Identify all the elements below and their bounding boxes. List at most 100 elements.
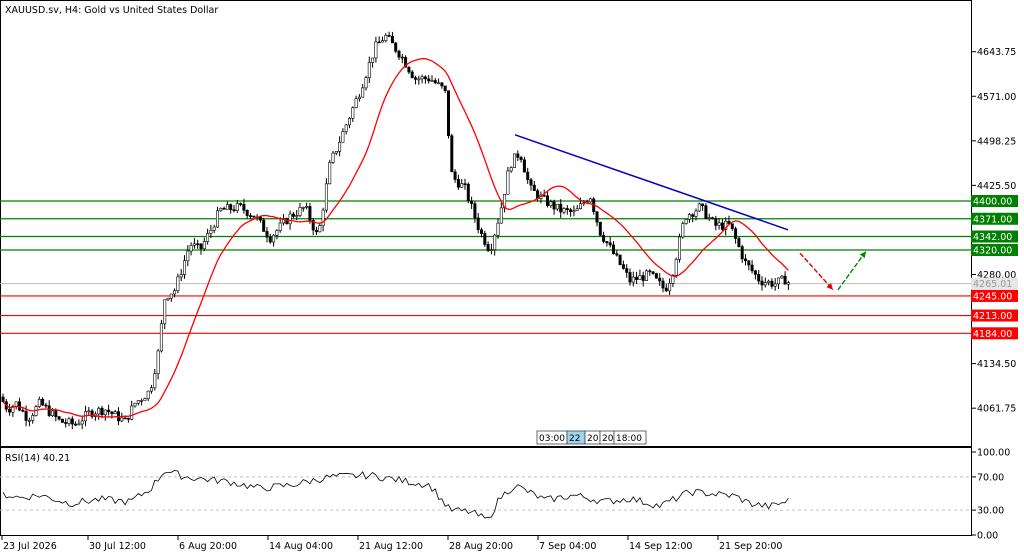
candle-body: [321, 209, 325, 226]
candle-body: [57, 416, 61, 420]
time-scroll-tabs[interactable]: 03:00 22 20 20 18:00: [536, 430, 647, 445]
candle-body: [371, 57, 375, 63]
candle-body: [605, 241, 609, 244]
candle-body: [1, 396, 5, 402]
candle-body: [562, 208, 566, 213]
candle-body: [245, 210, 249, 216]
candle-body: [565, 208, 569, 210]
candle-body: [786, 282, 790, 285]
candle-body: [21, 409, 25, 412]
candle-body: [443, 85, 447, 91]
candle-body: [572, 210, 576, 213]
candle-body: [87, 410, 91, 413]
candle-body: [674, 259, 678, 276]
candle-body: [301, 207, 305, 209]
candle-body: [740, 246, 744, 260]
candle-body: [473, 203, 477, 219]
candle-body: [694, 210, 698, 217]
candle-body: [24, 410, 28, 421]
candle-body: [298, 207, 302, 216]
candle-body: [206, 233, 210, 242]
candle-body: [704, 205, 708, 219]
candle-body: [773, 283, 777, 287]
support-level-label: 4213.00: [973, 311, 1012, 322]
candle-body: [598, 221, 602, 236]
candle-body: [357, 96, 361, 100]
candle-body: [186, 250, 190, 262]
candle-body: [767, 280, 771, 283]
candle-body: [183, 260, 187, 275]
candle-body: [209, 229, 213, 234]
candle-body: [466, 183, 470, 202]
candle-body: [150, 387, 154, 392]
candle-body: [8, 408, 12, 413]
candle-body: [734, 228, 738, 239]
candle-body: [638, 275, 642, 280]
candle-body: [229, 204, 233, 210]
candle-body: [361, 87, 365, 98]
chart-window[interactable]: XAUUSD.sv, H4: Gold vs United States Dol…: [0, 0, 1024, 554]
candle-body: [64, 422, 68, 424]
candle-body: [509, 167, 513, 172]
candle-body: [44, 404, 48, 407]
support-level-label: 4184.00: [973, 329, 1012, 340]
time-tick-label: 14 Sep 12:00: [629, 541, 692, 552]
candle-body: [476, 217, 480, 231]
candle-body: [70, 418, 74, 425]
candle-body: [427, 78, 431, 82]
candle-body: [308, 206, 312, 221]
time-tick-label: 14 Aug 04:00: [269, 541, 333, 552]
candle-body: [41, 398, 45, 406]
candle-body: [377, 41, 381, 44]
price-chart[interactable]: XAUUSD.sv, H4: Gold vs United States Dol…: [0, 0, 1024, 554]
candle-body: [450, 135, 454, 173]
candle-body: [133, 402, 137, 407]
candle-body: [176, 276, 180, 291]
candle-body: [780, 275, 784, 279]
candle-body: [110, 411, 114, 415]
rsi-tick-label: 70.00: [977, 472, 1004, 483]
candle-body: [707, 217, 711, 219]
candle-body: [37, 398, 41, 407]
candle-body: [430, 80, 434, 82]
candle-body: [654, 273, 658, 279]
candle-body: [351, 107, 355, 119]
candle-body: [216, 210, 220, 228]
candle-body: [374, 41, 378, 59]
candle-body: [470, 200, 474, 204]
candle-body: [763, 282, 767, 286]
candle-body: [113, 411, 117, 415]
candle-body: [545, 195, 549, 207]
candle-body: [463, 183, 467, 185]
candle-body: [262, 219, 266, 232]
candle-body: [344, 124, 348, 132]
candle-body: [644, 270, 648, 281]
candle-body: [275, 230, 279, 236]
candle-body: [433, 80, 437, 84]
candle-body: [681, 223, 685, 238]
candle-body: [189, 245, 193, 252]
candle-body: [516, 153, 520, 158]
candle-body: [384, 35, 388, 41]
time-tick-label: 7 Sep 04:00: [539, 541, 596, 552]
candle-body: [542, 194, 546, 197]
candle-body: [80, 420, 84, 425]
candle-body: [631, 276, 635, 283]
candle-body: [615, 253, 619, 256]
candle-body: [641, 275, 645, 281]
candle-body: [720, 222, 724, 230]
candle-body: [252, 215, 256, 218]
candle-body: [103, 409, 107, 415]
scroll-tab-label: 22: [569, 434, 580, 444]
candle-body: [107, 409, 111, 413]
candle-body: [341, 131, 345, 143]
candle-body: [552, 201, 556, 210]
candle-body: [453, 171, 457, 180]
candle-body: [710, 217, 714, 219]
candle-body: [120, 417, 124, 422]
candle-body: [628, 272, 632, 283]
candle-body: [334, 151, 338, 154]
candle-body: [757, 274, 761, 282]
candle-body: [354, 98, 358, 109]
candle-body: [74, 423, 78, 426]
